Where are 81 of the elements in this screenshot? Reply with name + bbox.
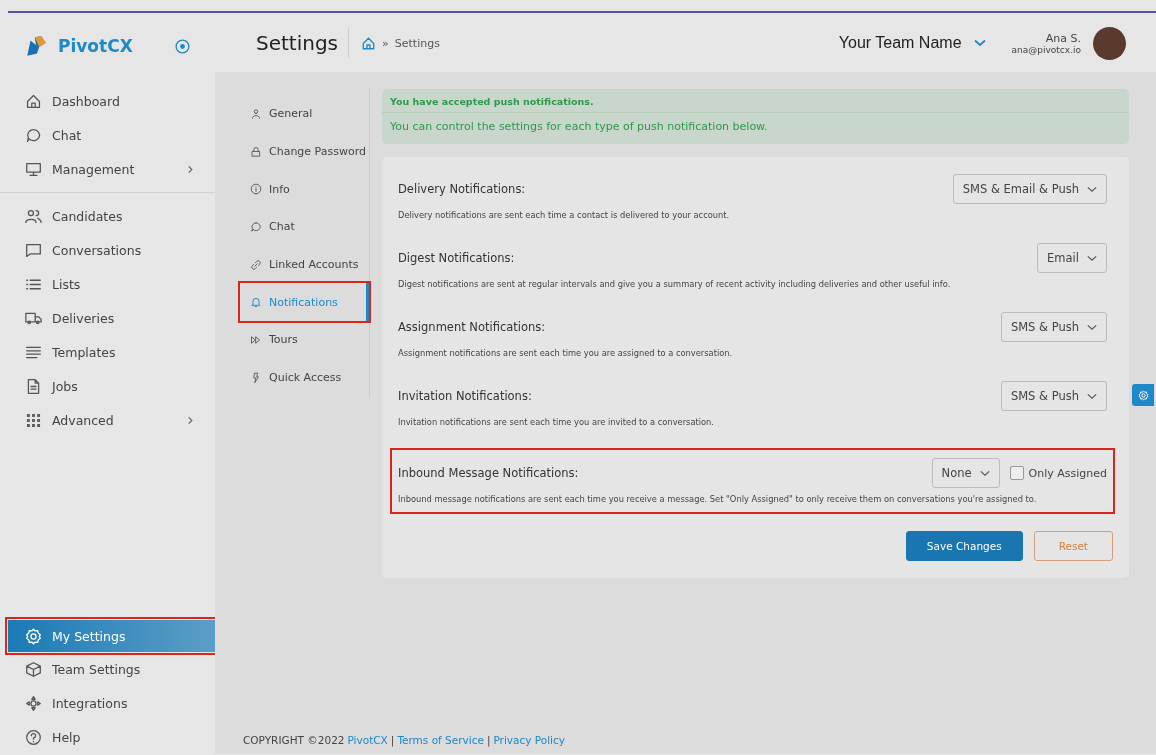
copyright-text: COPYRIGHT ©2022 [243, 734, 345, 746]
setting-description: Delivery notifications are sent each time a contact is delivered to your account. [398, 210, 731, 220]
setting-label: Digest Notifications: [398, 251, 516, 265]
settings-tab-button[interactable] [1132, 384, 1154, 406]
sidebar-item[interactable]: Conversations [8, 233, 215, 267]
sidebar-item[interactable]: Jobs [8, 369, 215, 403]
settings-icon [25, 627, 42, 645]
setting-description: Invitation notifications are sent each time you are invited to a conversation. [398, 417, 715, 427]
settings-tab[interactable]: Tours [240, 321, 369, 359]
team-selector[interactable]: Your Team Name [838, 34, 986, 52]
info-icon [250, 183, 262, 196]
footer-separator: | [390, 734, 395, 746]
settings-tab[interactable]: Info [240, 170, 369, 209]
checkbox[interactable] [1009, 466, 1024, 480]
speech-bubble-icon [25, 241, 42, 259]
sidebar-item[interactable]: My Settings [8, 620, 215, 652]
setting-label: Invitation Notifications: [398, 389, 533, 403]
settings-tab[interactable]: Linked Accounts [240, 245, 369, 284]
setting-label: Assignment Notifications: [398, 320, 547, 334]
dropdown[interactable]: SMS & Push [1000, 312, 1107, 342]
user-email: ana@pivotcx.io [1011, 44, 1081, 55]
checkbox-label[interactable]: Only Assigned [1028, 466, 1107, 480]
settings-tab[interactable]: Chat [240, 208, 369, 246]
settings-icon [1137, 389, 1149, 401]
speech-bubble-icon [250, 220, 262, 233]
setting-description: Assignment notifications are sent each time you are assigned to a conversation. [398, 348, 734, 358]
speech-bubble-icon [25, 126, 42, 144]
chevron-down-icon [1087, 254, 1097, 262]
chevron-down-icon [1087, 323, 1097, 331]
chevron-down-icon [1087, 392, 1097, 400]
home-icon [25, 92, 42, 110]
chevron-right-icon [186, 415, 195, 425]
sidebar-item[interactable]: Integrations [8, 686, 215, 720]
avatar[interactable] [1093, 26, 1126, 60]
home-icon[interactable] [361, 35, 377, 51]
sidebar-item[interactable]: Team Settings [8, 652, 215, 686]
sidebar-item[interactable]: Advanced [8, 403, 215, 437]
monitor-icon [25, 160, 42, 178]
bell-icon [250, 296, 262, 309]
sidebar-item[interactable]: Help [8, 720, 215, 754]
chevron-down-icon [973, 39, 986, 47]
sidebar-item[interactable]: Management [8, 152, 215, 186]
breadcrumb-item[interactable]: Settings [394, 36, 440, 50]
setting-description: Digest notifications are sent at regular intervals and give you a summary of recent activity including deliveries and other useful info. [398, 279, 952, 289]
setting-label: Inbound Message Notifications: [398, 466, 580, 480]
dropdown[interactable]: Email [1037, 243, 1107, 273]
settings-tab[interactable]: Change Password [240, 132, 369, 171]
document-icon [25, 377, 42, 395]
dropdown[interactable]: None [931, 458, 1000, 488]
cube-icon [25, 660, 42, 678]
alert-title: You have accepted push notifications. [382, 89, 1129, 113]
sidebar-item[interactable]: Templates [8, 335, 215, 369]
sidebar-item[interactable]: Dashboard [8, 84, 215, 118]
save-button[interactable]: Save Changes [905, 531, 1023, 561]
breadcrumb-separator: » [382, 36, 389, 50]
lock-icon [250, 145, 262, 158]
fast-forward-icon [250, 333, 262, 346]
link-icon [250, 258, 262, 271]
footer-separator: | [486, 734, 491, 746]
setting-description: Inbound message notifications are sent each time you receive a message. Set "Only Assigned" to only receive them on conversations you're assigned to. [398, 494, 1038, 504]
chevron-down-icon [1087, 185, 1097, 193]
user-name: Ana S. [1045, 31, 1081, 45]
alert-message: You can control the settings for each type of push notification below. [389, 119, 769, 135]
dropdown[interactable]: SMS & Push [1000, 381, 1107, 411]
sidebar-item[interactable]: Deliveries [8, 301, 215, 335]
sidebar-item[interactable]: Candidates [8, 199, 215, 233]
chevron-down-icon [979, 469, 990, 477]
help-icon [25, 728, 42, 746]
chevron-right-icon [186, 164, 195, 174]
people-icon [25, 207, 42, 225]
settings-tab[interactable]: General [240, 95, 369, 133]
person-icon [250, 107, 262, 120]
sidebar-item[interactable]: Chat [8, 118, 215, 152]
dropdown[interactable]: SMS & Email & Push [952, 174, 1107, 204]
target-icon[interactable] [174, 37, 191, 55]
settings-tab[interactable]: Quick Access [240, 358, 369, 397]
sidebar-item[interactable]: Lists [8, 267, 215, 301]
setting-label: Delivery Notifications: [398, 182, 527, 196]
page-title: Settings [256, 28, 350, 58]
diamond-arrows-icon [25, 694, 42, 712]
grid-icon [25, 411, 42, 429]
